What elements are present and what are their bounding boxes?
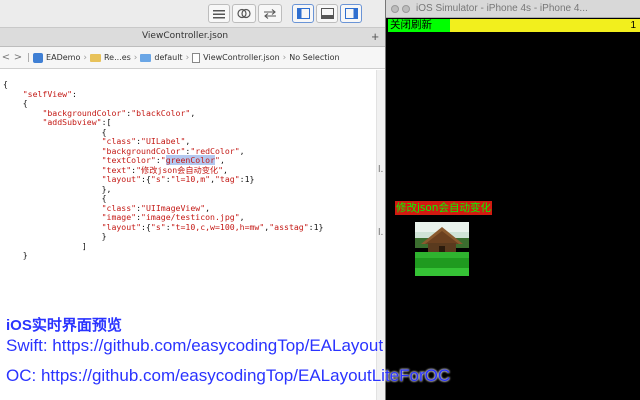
- chevron-right-icon: ›: [133, 52, 138, 63]
- venn-icon: [237, 8, 251, 19]
- back-button[interactable]: <: [0, 52, 12, 63]
- standard-editor-button[interactable]: [208, 4, 230, 23]
- bottom-panel-icon: [320, 8, 334, 19]
- folder-icon: [89, 53, 101, 62]
- divider: |: [27, 52, 31, 63]
- chevron-right-icon: ›: [282, 52, 287, 63]
- top-bar: 1: [450, 19, 640, 32]
- assistant-editor-button[interactable]: [232, 4, 256, 23]
- forward-button[interactable]: >: [12, 52, 24, 63]
- breadcrumb-selection[interactable]: No Selection: [289, 53, 339, 62]
- ui-label: 修改json会自动变化: [395, 201, 492, 215]
- device-screen: 关闭刷新 1 修改json会自动变化: [386, 18, 640, 400]
- counter-label: 1: [630, 20, 636, 31]
- navigator-toggle-button[interactable]: [292, 4, 314, 23]
- gutter-marker: l.: [378, 228, 384, 238]
- hut-photo: [415, 222, 469, 276]
- breadcrumb-project[interactable]: EADemo: [33, 52, 81, 63]
- status-bar: 关闭刷新 1: [386, 18, 640, 32]
- utilities-toggle-button[interactable]: [340, 4, 362, 23]
- minimize-window-button[interactable]: [402, 5, 410, 13]
- breadcrumb-default-label: default: [154, 53, 183, 62]
- add-tab-button[interactable]: +: [371, 29, 379, 44]
- breadcrumb-resources[interactable]: Re...es: [89, 53, 131, 62]
- chevron-right-icon: ›: [185, 52, 190, 63]
- breadcrumb-project-label: EADemo: [46, 53, 81, 62]
- project-icon: [33, 52, 44, 63]
- jump-bar: < > | EADemo › Re...es › default › ViewC…: [0, 47, 385, 69]
- breadcrumb-resources-label: Re...es: [103, 53, 131, 62]
- tab-viewcontroller-json[interactable]: ViewController.json: [0, 31, 370, 41]
- editor-tab-bar: ViewController.json +: [0, 28, 385, 47]
- toggle-refresh-button[interactable]: 关闭刷新: [388, 19, 450, 32]
- code-line: }: [3, 250, 28, 260]
- right-panel-icon: [344, 8, 358, 19]
- debug-area-toggle-button[interactable]: [316, 4, 338, 23]
- ui-image-view: [415, 222, 469, 276]
- xcode-toolbar: [0, 0, 385, 28]
- breadcrumb-file-label: ViewController.json: [203, 53, 280, 62]
- chevron-right-icon: ›: [83, 52, 87, 63]
- close-window-button[interactable]: [391, 5, 399, 13]
- breadcrumb-selection-label: No Selection: [289, 53, 340, 62]
- file-icon: [192, 52, 201, 63]
- gutter-marker: l.: [378, 165, 384, 175]
- oc-repo-link[interactable]: OC: https://github.com/easycodingTop/EAL…: [6, 366, 450, 386]
- breadcrumb-file[interactable]: ViewController.json: [192, 52, 280, 63]
- overlay-title: iOS实时界面预览: [6, 317, 122, 334]
- swift-repo-link[interactable]: Swift: https://github.com/easycodingTop/…: [6, 336, 383, 356]
- ios-simulator-window: iOS Simulator - iPhone 4s - iPhone 4... …: [385, 0, 640, 400]
- breadcrumb-default[interactable]: default: [140, 53, 183, 62]
- version-editor-button[interactable]: [258, 4, 282, 23]
- swap-arrows-icon: [264, 8, 276, 19]
- left-panel-icon: [296, 8, 310, 19]
- list-icon: [213, 9, 225, 18]
- simulator-title: iOS Simulator - iPhone 4s - iPhone 4...: [416, 3, 588, 14]
- folder-icon: [140, 53, 152, 62]
- simulator-title-bar: iOS Simulator - iPhone 4s - iPhone 4...: [386, 0, 640, 18]
